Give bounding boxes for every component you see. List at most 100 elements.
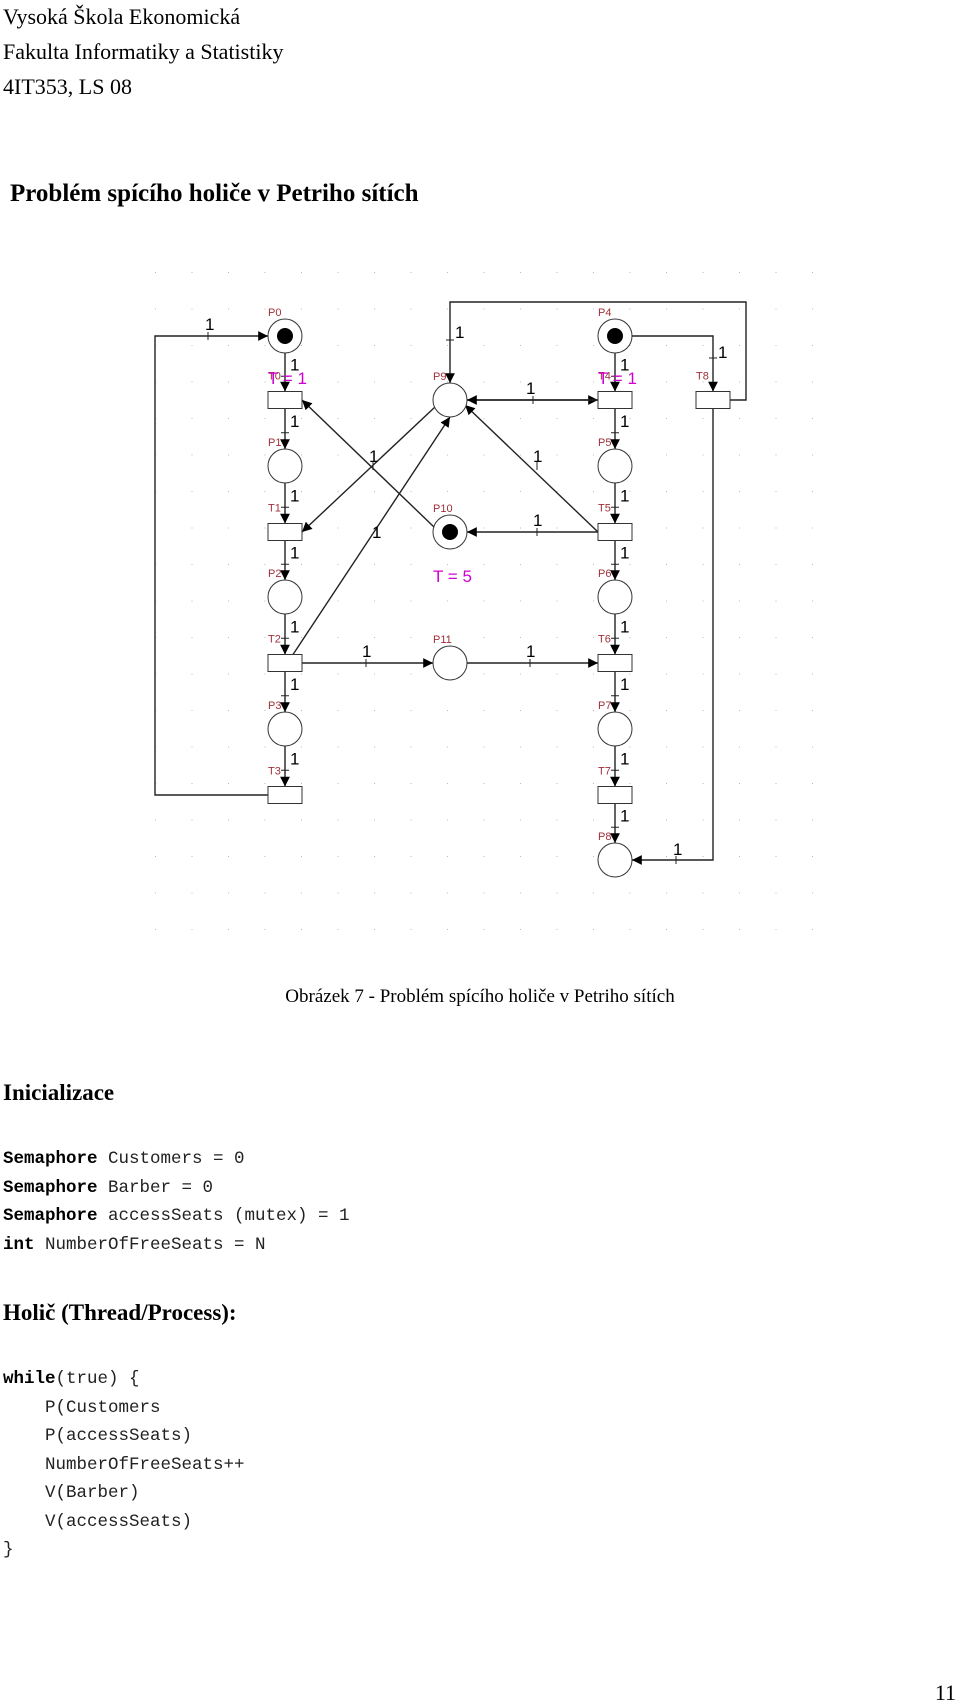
grid-dot	[520, 637, 521, 638]
grid-dot	[593, 308, 594, 310]
grid-dot	[556, 418, 558, 419]
grid-dot	[812, 527, 813, 529]
grid-dot	[666, 600, 667, 602]
grid-dot	[812, 308, 813, 310]
grid-dot	[775, 746, 777, 748]
transition-t8	[695, 391, 731, 409]
grid-dot	[483, 381, 485, 383]
grid-dot	[410, 637, 412, 638]
grid-dot	[702, 600, 704, 602]
grid-dot	[374, 564, 375, 565]
grid-dot	[191, 345, 193, 346]
grid-dot	[301, 892, 302, 894]
grid-dot	[702, 454, 704, 456]
grid-dot	[228, 929, 229, 930]
grid-dot	[775, 710, 777, 711]
code-line: V(accessSeats)	[3, 1508, 245, 1537]
grid-dot	[812, 381, 813, 383]
grid-dot	[775, 856, 777, 857]
grid-dot	[155, 308, 156, 310]
grid-dot	[228, 491, 229, 492]
code-keyword: Semaphore	[3, 1149, 98, 1169]
grid-dot	[264, 710, 266, 711]
place-p2	[267, 579, 303, 615]
grid-dot	[337, 527, 339, 529]
grid-dot	[520, 564, 521, 565]
code-text: accessSeats (mutex) = 1	[97, 1206, 350, 1226]
grid-dot	[775, 892, 777, 894]
grid-dot	[775, 564, 777, 565]
grid-dot	[629, 783, 631, 784]
arc-T8-P8	[632, 408, 714, 865]
arc-P4-T8	[632, 335, 718, 392]
grid-dot	[483, 856, 485, 857]
code-text: V(Barber)	[3, 1483, 140, 1503]
grid-dot	[228, 637, 229, 638]
grid-dot	[812, 929, 813, 930]
grid-dot	[447, 819, 448, 821]
grid-dot	[702, 710, 704, 711]
grid-dot	[629, 710, 631, 711]
grid-dot	[483, 710, 485, 711]
grid-dot	[739, 491, 740, 492]
grid-dot	[666, 819, 667, 821]
arc-weight-label: 1	[455, 323, 464, 342]
grid-dot	[775, 381, 777, 383]
grid-dot	[520, 308, 521, 310]
code-text: NumberOfFreeSeats = N	[34, 1234, 266, 1255]
code-text: Customers = 0	[97, 1149, 245, 1169]
code-text: P(accessSeats)	[3, 1426, 193, 1446]
grid-dot	[228, 892, 229, 894]
grid-dot	[593, 819, 594, 821]
grid-dot	[337, 454, 339, 456]
code-text: V(accessSeats)	[3, 1511, 193, 1532]
grid-dot	[483, 783, 485, 784]
grid-dot	[593, 272, 594, 273]
grid-dot	[556, 600, 558, 602]
grid-dot	[374, 856, 375, 857]
grid-dot	[520, 673, 521, 675]
code-text: NumberOfFreeSeats++	[3, 1454, 245, 1475]
grid-dot	[483, 418, 485, 419]
grid-dot	[593, 856, 594, 857]
grid-dot	[629, 308, 631, 310]
grid-dot	[812, 783, 813, 784]
grid-dot	[556, 783, 558, 784]
place-p7	[597, 711, 633, 747]
transition-label: T5	[598, 503, 611, 515]
grid-dot	[666, 345, 667, 346]
grid-dot	[337, 856, 339, 857]
grid-dot	[264, 491, 266, 492]
grid-dot	[520, 783, 521, 784]
grid-dot	[520, 491, 521, 492]
grid-dot	[264, 308, 266, 310]
arc-weight-label: 1	[290, 749, 299, 768]
grid-dot	[666, 673, 667, 675]
grid-dot	[447, 856, 448, 857]
grid-dot	[374, 892, 375, 894]
grid-dot	[483, 454, 485, 456]
grid-dot	[374, 600, 375, 602]
grid-dot	[191, 454, 193, 456]
grid-dot	[155, 272, 156, 273]
grid-dot	[301, 308, 302, 310]
grid-dot	[447, 272, 448, 273]
grid-dot	[410, 564, 412, 565]
grid-dot	[520, 454, 521, 456]
grid-dot	[775, 272, 777, 273]
place-p6	[597, 579, 633, 615]
arc-T3-P0	[154, 331, 268, 796]
grid-dot	[301, 783, 302, 784]
grid-dot	[337, 345, 339, 346]
grid-dot	[301, 673, 302, 675]
grid-dot	[155, 892, 156, 894]
grid-dot	[702, 418, 704, 419]
grid-dot	[447, 454, 448, 456]
transition-t1	[267, 523, 303, 541]
code-line: P(accessSeats)	[3, 1422, 245, 1451]
grid-dot	[702, 308, 704, 310]
grid-dot	[812, 637, 813, 638]
grid-dot	[520, 892, 521, 894]
grid-dot	[739, 564, 740, 565]
grid-dot	[593, 710, 594, 711]
